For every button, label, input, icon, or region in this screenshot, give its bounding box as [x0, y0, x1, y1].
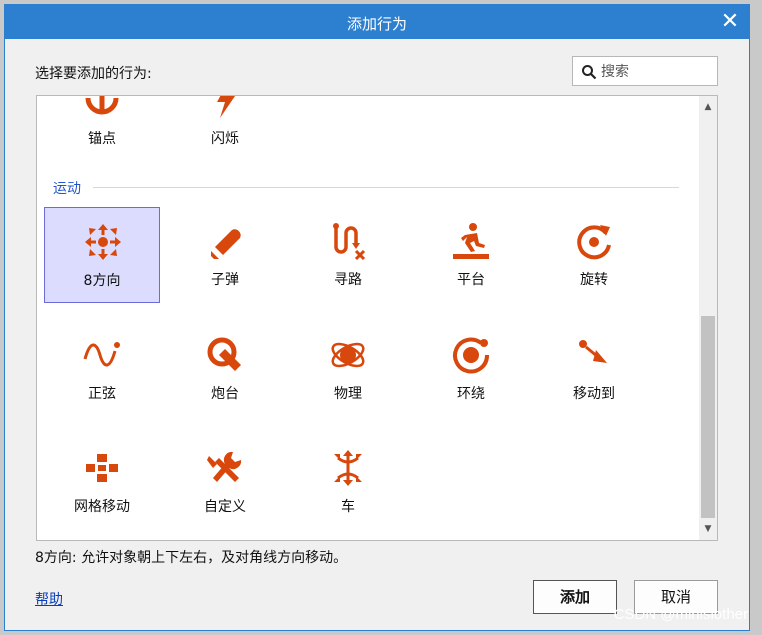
behavior-list: 锚点 闪烁 运动 8方向 子弹 寻路 平台 旋转 正弦 炮台 物理 环绕 移动到…: [36, 95, 718, 541]
section-divider: [93, 187, 679, 188]
behavior-pathfinding[interactable]: 寻路: [290, 207, 406, 303]
flash-icon: [217, 96, 235, 118]
list-scrollbar[interactable]: ▲ ▼: [699, 96, 717, 540]
behavior-label: 8方向: [83, 273, 121, 289]
behavior-rotate[interactable]: 旋转: [536, 207, 652, 303]
dialog-title: 添加行为: [346, 15, 407, 33]
bullet-icon: [211, 229, 241, 259]
section-title-movement: 运动: [53, 181, 81, 197]
behavior-label: 平台: [457, 272, 485, 288]
behavior-label: 炮台: [211, 386, 239, 402]
behavior-label: 自定义: [204, 499, 246, 515]
behavior-label: 寻路: [334, 272, 362, 288]
behavior-car[interactable]: 车: [290, 434, 406, 530]
behavior-turret[interactable]: 炮台: [167, 321, 283, 417]
behavior-orbit[interactable]: 环绕: [413, 321, 529, 417]
behavior-anchor[interactable]: 锚点: [44, 96, 160, 162]
behavior-sine[interactable]: 正弦: [44, 321, 160, 417]
search-box[interactable]: [572, 56, 718, 86]
custom-icon: [207, 451, 242, 482]
prompt-label: 选择要添加的行为:: [35, 66, 152, 82]
behavior-description: 8方向: 允许对象朝上下左右，及对角线方向移动。: [35, 550, 348, 566]
orbit-icon: [453, 337, 490, 374]
move-to-icon: [579, 340, 607, 363]
platform-icon: [453, 223, 489, 259]
close-icon[interactable]: ✕: [717, 9, 743, 35]
behavior-label: 移动到: [573, 386, 615, 402]
turret-icon: [207, 337, 241, 371]
behavior-custom[interactable]: 自定义: [167, 434, 283, 530]
behavior-tile-movement[interactable]: 网格移动: [44, 434, 160, 530]
watermark: CSDN @minislother: [613, 606, 748, 623]
behavior-label: 旋转: [580, 272, 608, 288]
add-button[interactable]: 添加: [533, 580, 617, 614]
scroll-up-icon[interactable]: ▲: [699, 98, 717, 116]
help-link[interactable]: 帮助: [35, 589, 63, 609]
search-input[interactable]: [599, 61, 715, 83]
behavior-label: 物理: [334, 386, 362, 402]
car-icon: [334, 450, 362, 486]
behavior-physics[interactable]: 物理: [290, 321, 406, 417]
behavior-label: 锚点: [88, 131, 116, 147]
search-icon: [582, 65, 597, 80]
behavior-move-to[interactable]: 移动到: [536, 321, 652, 417]
behavior-8direction[interactable]: 8方向: [44, 207, 160, 303]
behavior-flash[interactable]: 闪烁: [167, 96, 283, 162]
scroll-thumb[interactable]: [701, 316, 715, 518]
tile-movement-icon: [86, 454, 118, 482]
scroll-down-icon[interactable]: ▼: [699, 520, 717, 538]
behavior-platform[interactable]: 平台: [413, 207, 529, 303]
physics-icon: [331, 342, 365, 368]
behavior-label: 网格移动: [74, 499, 130, 515]
behavior-label: 车: [341, 499, 355, 515]
behavior-label: 闪烁: [211, 131, 239, 147]
behavior-bullet[interactable]: 子弹: [167, 207, 283, 303]
title-bar: 添加行为 ✕: [5, 5, 749, 39]
behavior-label: 环绕: [457, 386, 485, 402]
anchor-icon: [85, 96, 119, 115]
sine-icon: [83, 342, 120, 367]
pathfinding-icon: [333, 223, 366, 261]
behavior-label: 正弦: [88, 386, 116, 402]
rotate-icon: [577, 225, 611, 260]
behavior-label: 子弹: [211, 272, 239, 288]
eight-direction-icon: [85, 224, 121, 260]
add-behavior-dialog: 添加行为 ✕ 选择要添加的行为: 锚点 闪烁 运动: [4, 4, 750, 631]
